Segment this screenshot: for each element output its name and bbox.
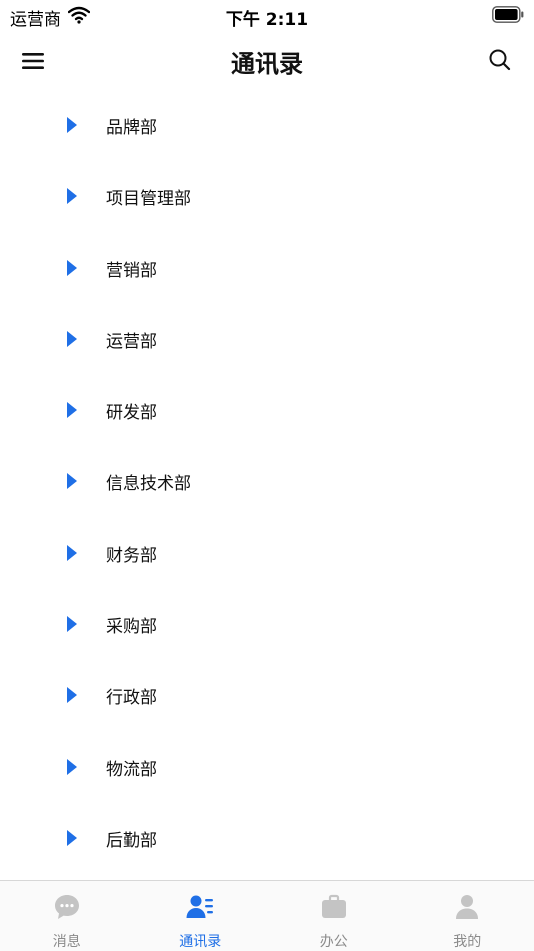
department-item[interactable]: 品牌部 [0, 90, 534, 161]
status-bar: 运营商 下午 2:11 [0, 0, 534, 32]
expand-arrow-icon [66, 758, 78, 776]
tab-office[interactable]: 办公 [267, 881, 401, 951]
battery-icon [492, 6, 524, 23]
department-item[interactable]: 运营部 [0, 304, 534, 375]
tab-label: 消息 [0, 931, 134, 951]
tab-messages[interactable]: 消息 [0, 881, 134, 951]
navigation-bar: 通讯录 [0, 32, 534, 90]
clock: 下午 2:11 [0, 5, 534, 30]
department-label: 后勤部 [106, 826, 157, 851]
department-item[interactable]: 采购部 [0, 589, 534, 660]
expand-arrow-icon [66, 686, 78, 704]
search-icon[interactable] [486, 46, 514, 74]
department-label: 品牌部 [106, 113, 157, 138]
tab-label: 我的 [401, 931, 534, 951]
department-item[interactable]: 信息技术部 [0, 446, 534, 517]
briefcase-icon [320, 893, 348, 921]
expand-arrow-icon [66, 472, 78, 490]
department-list: 品牌部 项目管理部 营销部 运营部 研发部 信息技术部 财务部 采购部 行政部 … [0, 90, 534, 880]
department-item[interactable]: 营销部 [0, 233, 534, 304]
expand-arrow-icon [66, 259, 78, 277]
tab-profile[interactable]: 我的 [401, 881, 534, 951]
tab-label: 通讯录 [134, 931, 268, 951]
department-item[interactable]: 行政部 [0, 660, 534, 731]
expand-arrow-icon [66, 187, 78, 205]
person-icon [453, 893, 481, 921]
expand-arrow-icon [66, 544, 78, 562]
tab-bar: 消息 通讯录 办公 我的 [0, 880, 534, 951]
department-label: 运营部 [106, 327, 157, 352]
department-label: 物流部 [106, 755, 157, 780]
contacts-icon [186, 893, 214, 921]
page-title: 通讯录 [0, 44, 534, 79]
expand-arrow-icon [66, 615, 78, 633]
department-item[interactable]: 后勤部 [0, 803, 534, 874]
department-item[interactable]: 项目管理部 [0, 161, 534, 232]
department-label: 研发部 [106, 398, 157, 423]
department-item[interactable]: 财务部 [0, 518, 534, 589]
department-label: 项目管理部 [106, 184, 191, 209]
expand-arrow-icon [66, 116, 78, 134]
department-item[interactable]: 研发部 [0, 375, 534, 446]
chat-bubble-icon [53, 893, 81, 921]
expand-arrow-icon [66, 829, 78, 847]
department-label: 信息技术部 [106, 469, 191, 494]
department-label: 采购部 [106, 612, 157, 637]
tab-label: 办公 [267, 931, 401, 951]
tab-contacts[interactable]: 通讯录 [134, 881, 268, 951]
department-label: 营销部 [106, 256, 157, 281]
expand-arrow-icon [66, 401, 78, 419]
department-item[interactable]: 物流部 [0, 732, 534, 803]
department-label: 行政部 [106, 683, 157, 708]
expand-arrow-icon [66, 330, 78, 348]
department-label: 财务部 [106, 541, 157, 566]
